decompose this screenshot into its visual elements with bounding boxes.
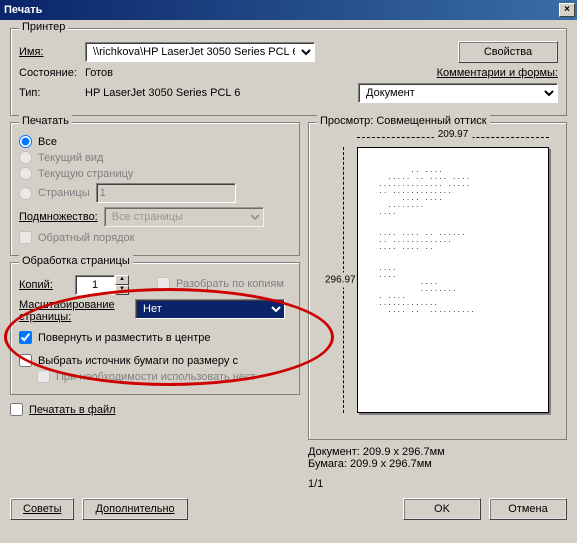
print-to-file-label: Печатать в файл: [29, 404, 116, 416]
range-view-radio: [19, 151, 32, 164]
preview-width-value: 209.97: [434, 129, 473, 140]
spin-up-icon[interactable]: ▲: [115, 275, 129, 285]
comments-label: Комментарии и формы:: [437, 67, 558, 79]
tips-button[interactable]: Советы: [10, 498, 74, 520]
reverse-label: Обратный порядок: [38, 232, 134, 244]
preview-page: .. .... ..... .. .... .... .............…: [357, 147, 549, 413]
comments-select[interactable]: Документ: [358, 83, 558, 103]
preview-height-value: 296.97: [325, 273, 356, 288]
preview-group: Просмотр: Совмещенный оттиск 209.97 296.…: [308, 122, 567, 440]
spin-down-icon[interactable]: ▼: [115, 285, 129, 295]
preview-doc-size: Документ: 209.9 x 296.7мм: [308, 446, 567, 458]
properties-button[interactable]: Свойства: [458, 41, 558, 63]
custom-paper-label: При необходимости использовать нест: [56, 371, 256, 383]
rotate-label: Повернуть и разместить в центре: [38, 332, 210, 344]
range-view-label: Текущий вид: [38, 152, 103, 164]
range-page-label: Текущую страницу: [38, 168, 133, 180]
window-title: Печать: [4, 4, 42, 16]
range-pages-input: [96, 183, 236, 203]
type-value: HP LaserJet 3050 Series PCL 6: [85, 87, 240, 99]
close-button[interactable]: ×: [559, 3, 575, 17]
printer-name-select[interactable]: \\richkova\HP LaserJet 3050 Series PCL 6: [85, 42, 315, 62]
subset-select: Все страницы: [104, 207, 264, 227]
title-bar: Печать ×: [0, 0, 577, 20]
copies-spinner[interactable]: ▲▼: [75, 275, 129, 295]
print-range-group: Печатать Все Текущий вид Текущую страниц…: [10, 122, 300, 256]
range-page-radio: [19, 167, 32, 180]
page-handling-group: Обработка страницы Копий: ▲▼ Разобрать п…: [10, 262, 300, 395]
range-pages-label: Страницы: [38, 187, 90, 199]
preview-page-count: 1/1: [308, 478, 567, 490]
scaling-label: Масштабирование страницы:: [19, 299, 129, 323]
rotate-check[interactable]: [19, 331, 32, 344]
printer-group-label: Принтер: [19, 21, 68, 33]
advanced-button[interactable]: Дополнительно: [82, 498, 187, 520]
cancel-button[interactable]: Отмена: [489, 498, 567, 520]
preview-width-ruler: 209.97: [357, 131, 549, 143]
collate-check: [157, 277, 170, 290]
printer-group: Принтер Имя: \\richkova\HP LaserJet 3050…: [10, 28, 567, 116]
status-label: Состояние:: [19, 67, 79, 79]
status-value: Готов: [85, 67, 113, 79]
preview-paper-size: Бумага: 209.9 x 296.7мм: [308, 458, 567, 470]
print-to-file-check[interactable]: [10, 403, 23, 416]
scaling-select[interactable]: Нет: [135, 299, 285, 319]
range-all-radio[interactable]: [19, 135, 32, 148]
type-label: Тип:: [19, 87, 79, 99]
reverse-check: [19, 231, 32, 244]
preview-content: .. .... ..... .. .... .... .............…: [358, 148, 548, 326]
preview-height-ruler: 296.97: [335, 147, 351, 413]
range-group-label: Печатать: [19, 115, 72, 127]
copies-input[interactable]: [75, 275, 115, 295]
ok-button[interactable]: OK: [403, 498, 481, 520]
paper-source-check[interactable]: [19, 354, 32, 367]
custom-paper-check: [37, 370, 50, 383]
handling-group-label: Обработка страницы: [19, 255, 133, 267]
copies-label: Копий:: [19, 279, 69, 291]
preview-group-label: Просмотр: Совмещенный оттиск: [317, 115, 490, 127]
printer-name-label: Имя:: [19, 46, 79, 58]
paper-source-label: Выбрать источник бумаги по размеру с: [38, 355, 238, 367]
range-all-label: Все: [38, 136, 57, 148]
subset-label: Подмножество:: [19, 211, 98, 223]
collate-label: Разобрать по копиям: [176, 278, 284, 290]
range-pages-radio: [19, 187, 32, 200]
